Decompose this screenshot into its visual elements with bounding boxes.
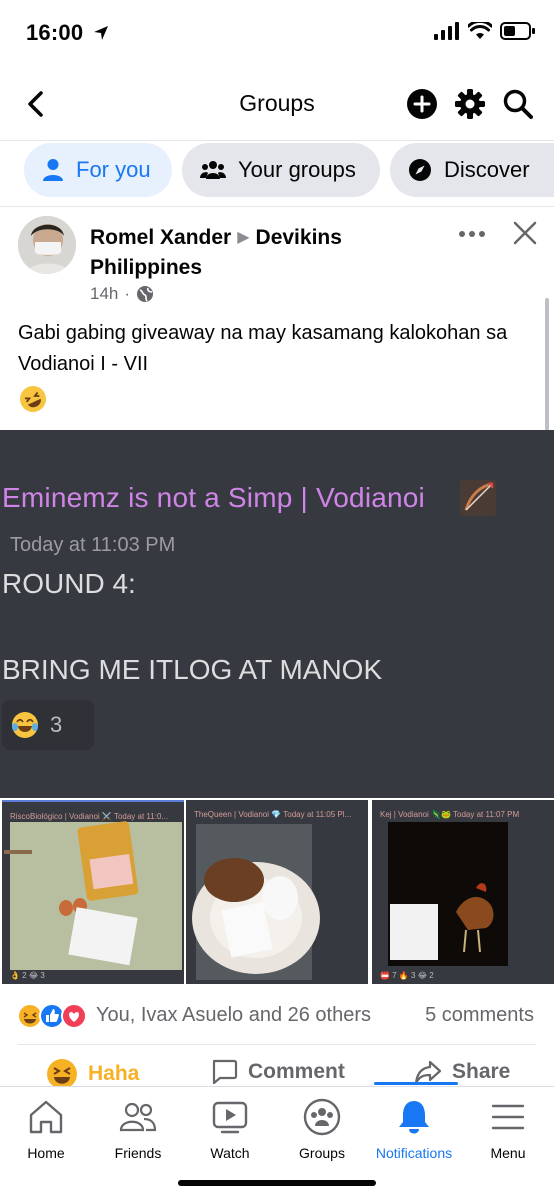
avatar[interactable] [18, 216, 76, 274]
nav-menu[interactable]: Menu [462, 1097, 554, 1177]
search-icon [503, 89, 533, 119]
group-tabs: For you Your groups Discover [0, 140, 554, 198]
active-indicator [374, 1082, 458, 1085]
dot-separator: · [124, 284, 131, 303]
hide-post-button[interactable] [510, 218, 540, 248]
haha-emoji-icon [47, 1059, 77, 1088]
discord-reaction: 3 [2, 700, 94, 750]
menu-icon [491, 1104, 525, 1130]
thumbnail-image[interactable]: RiscoBiológico | Vodianoi ⚔️ Today at 11… [2, 800, 184, 984]
nav-friends[interactable]: Friends [92, 1097, 184, 1177]
top-header: Groups [0, 76, 554, 132]
thumbnail-reactions: 👌 2 😂 3 [10, 971, 45, 980]
nav-label: Home [27, 1145, 65, 1161]
tab-label: Your groups [238, 157, 356, 182]
globe-icon [137, 286, 154, 302]
haha-button[interactable]: Haha [46, 1058, 139, 1088]
tab-for-you[interactable]: For you [24, 143, 172, 197]
rofl-emoji-icon [20, 386, 46, 412]
thumbnail-photo [388, 822, 508, 966]
nav-label: Notifications [375, 1145, 453, 1161]
thumbnail-title: TheQueen | Vodianoi 💎 Today at 11:05 Pl.… [194, 810, 352, 819]
tab-label: Discover [444, 157, 530, 182]
thumbnail-title: RiscoBiológico | Vodianoi ⚔️ Today at 11… [10, 812, 169, 821]
tab-label: For you [76, 157, 151, 182]
share-label: Share [452, 1060, 511, 1083]
status-time: 16:00 [26, 20, 84, 45]
thumbnail-photo [192, 824, 320, 980]
nav-home[interactable]: Home [0, 1097, 92, 1177]
watch-icon [212, 1101, 248, 1134]
bow-arrow-icon [460, 480, 496, 516]
nav-label: Menu [490, 1145, 526, 1161]
thumbnail-reactions: 📛 7 🔥 3 😂 2 [380, 971, 434, 980]
search-button[interactable] [502, 88, 534, 120]
reactions-text: You, Ivax Asuelo and 26 others [96, 1004, 372, 1026]
discord-message-line: ROUND 4: [2, 568, 136, 599]
haha-label: Haha [88, 1062, 140, 1085]
nav-groups[interactable]: Groups [276, 1097, 368, 1177]
discord-username: Eminemz is not a Simp | Vodianoi [2, 482, 425, 513]
signal-icon [434, 22, 459, 40]
divider [0, 206, 554, 207]
groups-icon [303, 1098, 341, 1136]
post-author-line: Romel Xander ▶ Devikins Philippines [90, 224, 420, 282]
thumbnail-image[interactable]: Kej | Vodianoi 🦎🐸 Today at 11:07 PM 📛 7 … [372, 800, 554, 984]
reaction-count: 3 [50, 712, 63, 737]
settings-button[interactable] [454, 88, 486, 120]
tab-your-groups[interactable]: Your groups [182, 143, 380, 197]
home-icon [29, 1100, 63, 1134]
friends-icon [119, 1102, 157, 1132]
more-horizontal-icon [459, 231, 485, 237]
status-indicators [434, 22, 536, 40]
thumbnail-image[interactable]: TheQueen | Vodianoi 💎 Today at 11:05 Pl.… [186, 800, 368, 984]
nav-label: Watch [210, 1145, 250, 1161]
thumbnail-photo [4, 821, 182, 970]
thumbnail-title: Kej | Vodianoi 🦎🐸 Today at 11:07 PM [380, 810, 520, 819]
nav-label: Friends [114, 1145, 162, 1161]
nav-notifications[interactable]: Notifications [368, 1097, 460, 1177]
divider [18, 1044, 536, 1045]
joy-emoji-icon [12, 712, 38, 738]
author-name[interactable]: Romel Xander [90, 226, 231, 249]
rofl-emoji [18, 384, 48, 414]
wifi-icon [468, 22, 492, 39]
status-bar: 16:00 [0, 0, 554, 70]
comment-button[interactable]: Comment [210, 1058, 345, 1086]
post-meta: 14h · [90, 284, 154, 304]
more-options-button[interactable] [456, 224, 488, 244]
tab-discover[interactable]: Discover [390, 143, 554, 197]
arrow-right-icon: ▶ [237, 229, 250, 246]
reaction-icons [17, 1003, 87, 1029]
comments-count[interactable]: 5 comments [425, 1004, 534, 1027]
bell-icon [399, 1101, 429, 1134]
people-icon [200, 161, 226, 179]
compass-icon [409, 159, 431, 181]
discord-timestamp: Today at 11:03 PM [10, 534, 176, 556]
close-icon [513, 221, 537, 245]
post-thumbnails: RiscoBiológico | Vodianoi ⚔️ Today at 11… [0, 800, 554, 984]
location-arrow-icon [94, 26, 108, 40]
create-button[interactable] [406, 88, 438, 120]
post-image[interactable]: Eminemz is not a Simp | Vodianoi Today a… [0, 430, 554, 798]
battery-icon [500, 22, 535, 40]
comment-icon [212, 1059, 238, 1085]
home-indicator[interactable] [178, 1180, 376, 1186]
comment-label: Comment [248, 1060, 345, 1083]
post-text: Gabi gabing giveaway na may kasamang kal… [18, 322, 508, 375]
post-actions: Haha Comment Share [0, 1052, 554, 1088]
avatar-image [18, 216, 76, 274]
person-icon [43, 159, 63, 181]
gear-icon [455, 89, 485, 119]
reactions-summary[interactable]: You, Ivax Asuelo and 26 others 5 comment… [0, 996, 554, 1036]
nav-watch[interactable]: Watch [184, 1097, 276, 1177]
plus-circle-icon [407, 89, 437, 119]
nav-label: Groups [299, 1145, 345, 1161]
discord-message-line: BRING ME ITLOG AT MANOK [2, 654, 383, 685]
post-time[interactable]: 14h [90, 284, 118, 304]
post-header: Romel Xander ▶ Devikins Philippines 14h · [0, 210, 554, 310]
